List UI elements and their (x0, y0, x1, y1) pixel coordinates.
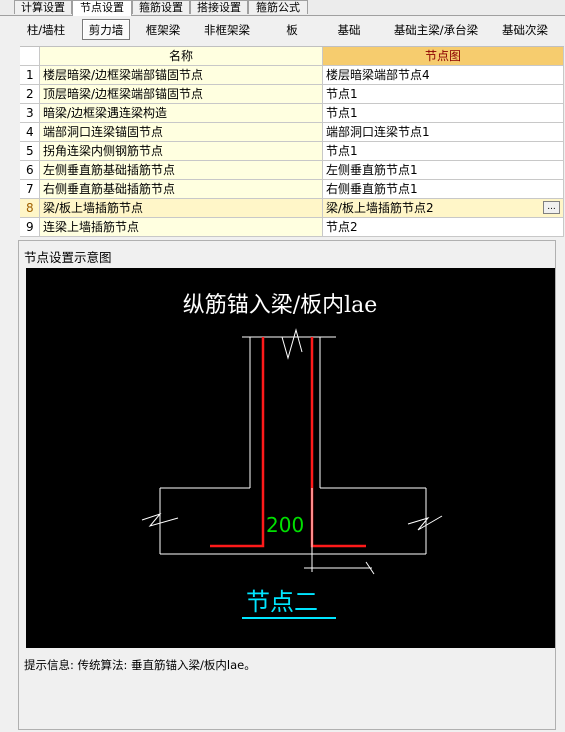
row-name: 端部洞口连梁锚固节点 (40, 123, 323, 142)
diagram-canvas: 纵筋锚入梁/板内lae 200 节点二 (26, 268, 555, 648)
row-node[interactable]: 右侧垂直筋节点1 (323, 180, 564, 199)
tab-shear-wall[interactable]: 剪力墙 (82, 19, 130, 40)
tab-non-frame-beam[interactable]: 非框架梁 (196, 19, 258, 40)
row-name: 右侧垂直筋基础插筋节点 (40, 180, 323, 199)
hint-area: 提示信息: 传统算法: 垂直筋锚入梁/板内lae。 (24, 646, 546, 726)
row-name: 左侧垂直筋基础插筋节点 (40, 161, 323, 180)
row-name: 梁/板上墙插筋节点 (40, 199, 323, 218)
tab-frame-beam[interactable]: 框架梁 (138, 19, 188, 40)
row-index: 8 (20, 199, 40, 218)
node-label: 节点二 (246, 588, 318, 616)
row-index: 4 (20, 123, 40, 142)
row-node[interactable]: 左侧垂直筋节点1 (323, 161, 564, 180)
tab-column[interactable]: 柱/墙柱 (16, 19, 76, 40)
row-index: 6 (20, 161, 40, 180)
top-tab-bar: 计算设置 节点设置 箍筋设置 搭接设置 箍筋公式 (0, 0, 565, 16)
row-index: 5 (20, 142, 40, 161)
table-row[interactable]: 7 右侧垂直筋基础插筋节点 右侧垂直筋节点1 (20, 180, 564, 199)
table-row[interactable]: 9 连梁上墙插筋节点 节点2 (20, 218, 564, 237)
row-node[interactable]: 楼层暗梁端部节点4 (323, 66, 564, 85)
diagram-title: 纵筋锚入梁/板内lae (183, 293, 378, 318)
table-row[interactable]: 6 左侧垂直筋基础插筋节点 左侧垂直筋节点1 (20, 161, 564, 180)
row-index: 7 (20, 180, 40, 199)
row-node-value: 梁/板上墙插筋节点2 (326, 201, 434, 215)
row-index: 3 (20, 104, 40, 123)
table-row[interactable]: 5 拐角连梁内侧钢筋节点 节点1 (20, 142, 564, 161)
row-index: 9 (20, 218, 40, 237)
row-name: 暗梁/边框梁遇连梁构造 (40, 104, 323, 123)
header-name: 名称 (40, 47, 323, 66)
component-tab-bar: 柱/墙柱 剪力墙 框架梁 非框架梁 板 基础 基础主梁/承台梁 基础次梁 (0, 16, 565, 42)
header-index (20, 47, 40, 66)
row-node[interactable]: 梁/板上墙插筋节点2 ... (323, 199, 564, 218)
tab-stirrup-formula[interactable]: 箍筋公式 (248, 0, 308, 14)
ellipsis-button[interactable]: ... (543, 201, 560, 214)
dimension-label: 200 (266, 513, 304, 537)
table-row[interactable]: 4 端部洞口连梁锚固节点 端部洞口连梁节点1 (20, 123, 564, 142)
row-name: 连梁上墙插筋节点 (40, 218, 323, 237)
tab-node-settings[interactable]: 节点设置 (72, 0, 132, 16)
row-name: 拐角连梁内侧钢筋节点 (40, 142, 323, 161)
table-row[interactable]: 3 暗梁/边框梁遇连梁构造 节点1 (20, 104, 564, 123)
tab-foundation-secondary-beam[interactable]: 基础次梁 (494, 19, 556, 40)
tab-stirrup-settings[interactable]: 箍筋设置 (132, 0, 190, 14)
panel-title: 节点设置示意图 (24, 250, 112, 265)
tab-slab[interactable]: 板 (270, 19, 314, 40)
node-diagram-panel: 节点设置示意图 纵筋锚入梁/板内lae 200 节点二 提示信息: 传统算法: … (18, 240, 556, 730)
tab-foundation[interactable]: 基础 (326, 19, 372, 40)
row-node[interactable]: 节点2 (323, 218, 564, 237)
table-row-selected[interactable]: 8 梁/板上墙插筋节点 梁/板上墙插筋节点2 ... (20, 199, 564, 218)
tab-foundation-main-beam[interactable]: 基础主梁/承台梁 (384, 19, 488, 40)
row-node[interactable]: 节点1 (323, 104, 564, 123)
row-node[interactable]: 节点1 (323, 142, 564, 161)
node-settings-table: 名称 节点图 1 楼层暗梁/边框梁端部锚固节点 楼层暗梁端部节点4 2 顶层暗梁… (20, 46, 564, 237)
table-row[interactable]: 2 顶层暗梁/边框梁端部锚固节点 节点1 (20, 85, 564, 104)
right-break-symbol (407, 515, 443, 531)
row-index: 1 (20, 66, 40, 85)
row-node[interactable]: 节点1 (323, 85, 564, 104)
node-diagram: 纵筋锚入梁/板内lae 200 节点二 (141, 293, 443, 619)
row-index: 2 (20, 85, 40, 104)
row-name: 楼层暗梁/边框梁端部锚固节点 (40, 66, 323, 85)
row-node[interactable]: 端部洞口连梁节点1 (323, 123, 564, 142)
hint-text: 提示信息: 传统算法: 垂直筋锚入梁/板内lae。 (24, 658, 256, 672)
tab-lap-settings[interactable]: 搭接设置 (190, 0, 248, 14)
top-break-symbol (281, 328, 303, 360)
table-header: 名称 节点图 (20, 47, 564, 66)
header-node: 节点图 (323, 47, 564, 66)
row-name: 顶层暗梁/边框梁端部锚固节点 (40, 85, 323, 104)
table-row[interactable]: 1 楼层暗梁/边框梁端部锚固节点 楼层暗梁端部节点4 (20, 66, 564, 85)
rebar-left (210, 337, 265, 548)
tab-calc-settings[interactable]: 计算设置 (14, 0, 72, 14)
